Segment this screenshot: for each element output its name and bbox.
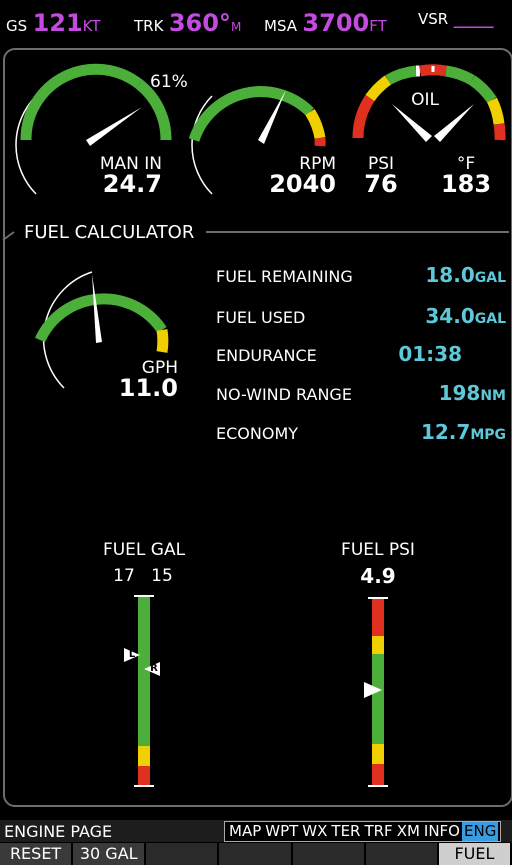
tab-wx[interactable]: WX: [300, 822, 329, 841]
tab-info[interactable]: INFO: [422, 822, 462, 841]
fuel-gal-title: FUEL GAL: [102, 540, 186, 560]
tab-eng[interactable]: ENG: [462, 822, 499, 841]
fuel-row-range: NO-WIND RANGE 198NM: [216, 381, 506, 407]
softkey-fuel[interactable]: FUEL: [438, 843, 512, 865]
fuel-remaining-label: FUEL REMAINING: [216, 267, 353, 286]
fuel-calculator-title: FUEL CALCULATOR: [20, 222, 199, 243]
oil-temp-value: 183: [440, 170, 492, 198]
rpm-value: 2040: [269, 170, 336, 198]
page-group-tabs: MAP WPT WX TER TRF XM INFO ENG: [224, 821, 502, 842]
tab-map[interactable]: MAP: [227, 822, 263, 841]
fuel-used-label: FUEL USED: [216, 308, 306, 327]
oil-psi-value: 76: [364, 170, 398, 198]
tab-trf[interactable]: TRF: [362, 822, 394, 841]
range-label: NO-WIND RANGE: [216, 385, 352, 404]
manifold-percent: 61%: [150, 72, 188, 92]
rpm-needle: [258, 90, 286, 144]
range-value: 198NM: [438, 381, 506, 405]
softkey-30-gal[interactable]: 30 GAL: [73, 843, 147, 865]
oil-title: OIL: [411, 90, 439, 110]
softkey-bar: RESET 30 GAL FUEL: [0, 843, 512, 865]
page-name: ENGINE PAGE: [4, 822, 113, 841]
softkey-blank-6[interactable]: [365, 843, 439, 865]
manifold-value: 24.7: [102, 170, 162, 198]
tab-ter[interactable]: TER: [329, 822, 362, 841]
fuel-left-marker-label: L: [128, 649, 136, 660]
softkey-reset[interactable]: RESET: [0, 843, 74, 865]
economy-label: ECONOMY: [216, 424, 299, 443]
tab-wpt[interactable]: WPT: [263, 822, 300, 841]
fuel-psi-title: FUEL PSI: [341, 540, 415, 560]
gph-value: 11.0: [118, 374, 178, 402]
softkey-blank-5[interactable]: [292, 843, 366, 865]
fuel-row-remaining: FUEL REMAINING 18.0GAL: [216, 263, 506, 289]
economy-value: 12.7MPG: [420, 420, 506, 444]
fuel-row-endurance: ENDURANCE 01:38: [216, 342, 506, 368]
manifold-needle: [86, 107, 142, 146]
softkey-blank-4[interactable]: [219, 843, 293, 865]
fuel-psi-value: 4.9: [360, 564, 396, 588]
fuel-gal-left-value: 17: [113, 566, 135, 586]
fuel-gal-bar: [124, 595, 160, 787]
tab-xm[interactable]: XM: [395, 822, 422, 841]
gph-needle: [92, 274, 102, 343]
endurance-label: ENDURANCE: [216, 346, 317, 365]
fuel-remaining-value: 18.0GAL: [425, 263, 506, 287]
fuel-row-economy: ECONOMY 12.7MPG: [216, 420, 506, 446]
fuel-gal-right-value: 15: [151, 566, 173, 586]
endurance-value: 01:38: [398, 342, 462, 366]
softkey-blank-3[interactable]: [146, 843, 220, 865]
fuel-psi-bar: [364, 597, 388, 787]
fuel-row-used: FUEL USED 34.0GAL: [216, 304, 506, 330]
fuel-right-marker-label: R: [150, 663, 158, 674]
fuel-used-value: 34.0GAL: [425, 304, 506, 328]
